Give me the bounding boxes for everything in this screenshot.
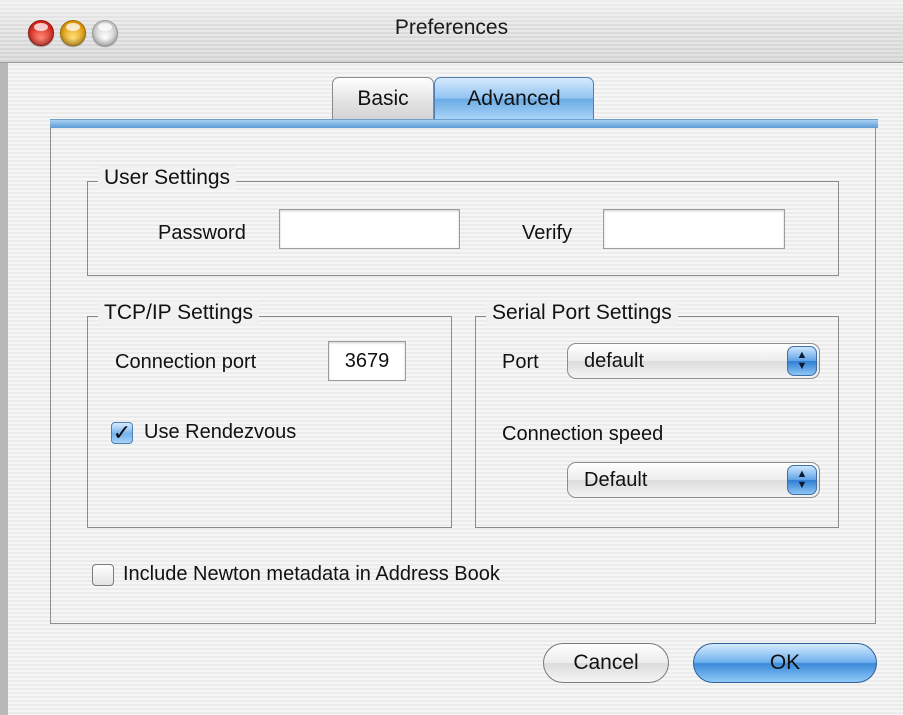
serial-port-value: default — [584, 350, 645, 372]
serial-port-label: Port — [502, 351, 539, 373]
cancel-button[interactable]: Cancel — [543, 643, 669, 683]
tab-bar: Basic Advanced — [332, 77, 594, 119]
connection-port-field[interactable] — [328, 341, 406, 381]
tcpip-settings-legend: TCP/IP Settings — [98, 301, 260, 325]
verify-field[interactable] — [603, 209, 785, 249]
connection-port-label: Connection port — [115, 351, 257, 373]
preferences-window: Preferences Basic Advanced User Settings… — [0, 0, 903, 715]
password-label: Password — [158, 222, 246, 244]
title-bar[interactable]: Preferences — [0, 0, 903, 63]
serial-port-popup[interactable]: default ▲ ▼ — [567, 343, 820, 379]
user-settings-legend: User Settings — [98, 166, 237, 190]
use-rendezvous-label[interactable]: Use Rendezvous — [144, 421, 296, 444]
updown-arrows-icon: ▲ ▼ — [787, 346, 817, 376]
tab-advanced[interactable]: Advanced — [434, 77, 594, 119]
ok-button[interactable]: OK — [693, 643, 877, 683]
include-metadata-checkbox[interactable] — [92, 564, 114, 586]
window-edge — [0, 0, 8, 715]
verify-label: Verify — [522, 222, 573, 244]
connection-speed-label: Connection speed — [502, 423, 664, 445]
window-title: Preferences — [394, 16, 509, 39]
use-rendezvous-checkbox[interactable]: ✓ — [111, 422, 133, 444]
serial-port-settings-legend: Serial Port Settings — [486, 301, 678, 325]
connection-speed-value: Default — [584, 469, 648, 491]
checkmark-icon: ✓ — [112, 420, 132, 445]
tab-basic[interactable]: Basic — [332, 77, 434, 119]
connection-speed-popup[interactable]: Default ▲ ▼ — [567, 462, 820, 498]
include-metadata-label[interactable]: Include Newton metadata in Address Book — [123, 563, 500, 586]
password-field[interactable] — [279, 209, 460, 249]
updown-arrows-icon: ▲ ▼ — [787, 465, 817, 495]
